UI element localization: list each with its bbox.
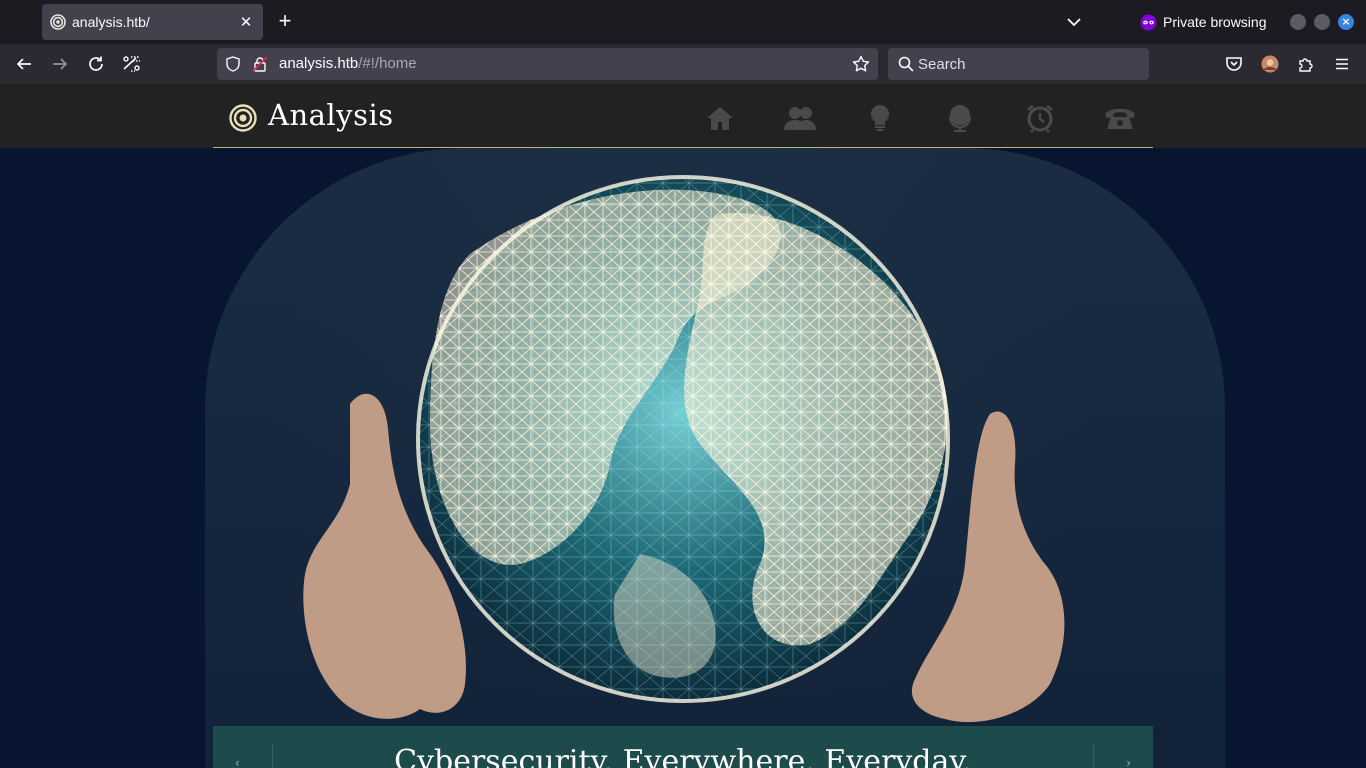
search-bar[interactable] <box>888 48 1149 80</box>
app-menu-button[interactable] <box>1330 52 1354 76</box>
hamburger-menu-icon <box>1336 58 1348 70</box>
private-browsing-indicator: Private browsing <box>1140 11 1267 33</box>
url-text[interactable]: analysis.htb/#!/home <box>279 55 417 72</box>
chevron-down-icon[interactable] <box>1062 10 1086 34</box>
nav-contact[interactable] <box>1103 102 1137 134</box>
account-button[interactable] <box>1258 52 1282 76</box>
tab-title: analysis.htb/ <box>72 14 150 30</box>
close-window-button[interactable]: × <box>1338 14 1354 30</box>
customize-toolbar-button[interactable] <box>120 52 144 76</box>
reload-icon <box>89 56 103 71</box>
alarm-clock-icon <box>1027 104 1053 133</box>
minimize-window-button[interactable] <box>1290 14 1306 30</box>
users-icon <box>784 107 816 130</box>
navigation-toolbar: analysis.htb/#!/home <box>0 44 1366 84</box>
search-icon <box>898 56 914 72</box>
extensions-dots-icon <box>123 56 140 72</box>
reload-button[interactable] <box>84 52 108 76</box>
nav-timeline[interactable] <box>1023 102 1057 134</box>
url-host: analysis.htb <box>279 55 359 72</box>
arrow-left-icon <box>16 58 31 70</box>
arrow-right-icon <box>53 58 68 70</box>
nav-about[interactable] <box>783 102 817 134</box>
hero-caption-box: ‹ › Cybersecurity. Everywhere. Everyday. <box>213 726 1153 768</box>
home-icon <box>707 107 733 130</box>
target-favicon-icon <box>50 14 66 30</box>
maximize-window-button[interactable] <box>1314 14 1330 30</box>
close-tab-icon[interactable]: ✕ <box>237 13 255 31</box>
hero-globe-image <box>303 175 1065 723</box>
back-button[interactable] <box>12 52 36 76</box>
site-nav <box>703 102 1143 134</box>
address-bar[interactable]: analysis.htb/#!/home <box>217 48 878 80</box>
new-tab-button[interactable]: + <box>273 9 297 33</box>
extensions-button[interactable] <box>1294 52 1318 76</box>
private-mask-icon <box>1140 13 1157 31</box>
puzzle-icon <box>1299 58 1313 72</box>
web-page: Analysis ‹ › Cybersecurity. Everywhere. … <box>0 84 1366 768</box>
site-header: Analysis <box>0 84 1366 148</box>
site-header-container: Analysis <box>213 84 1153 148</box>
browser-tab[interactable]: analysis.htb/ ✕ <box>42 4 263 40</box>
bookmark-star-icon[interactable] <box>852 55 870 73</box>
hero-caption-text: Cybersecurity. Everywhere. Everyday. <box>394 744 972 768</box>
insecure-lock-icon[interactable] <box>252 56 268 72</box>
private-browsing-label: Private browsing <box>1163 14 1267 30</box>
pocket-icon <box>1226 57 1242 71</box>
forward-button[interactable] <box>48 52 72 76</box>
tab-strip: analysis.htb/ ✕ + Private browsing × <box>0 0 1366 44</box>
url-path: /#!/home <box>358 55 417 72</box>
nav-services[interactable] <box>863 102 897 134</box>
tracking-shield-icon[interactable] <box>225 56 241 72</box>
avatar <box>1261 55 1279 73</box>
globe-icon <box>948 105 972 132</box>
target-logo-icon[interactable] <box>229 104 257 132</box>
site-logo-text[interactable]: Analysis <box>268 98 394 132</box>
nav-home[interactable] <box>703 102 737 134</box>
phone-icon <box>1105 108 1135 129</box>
nav-portfolio[interactable] <box>943 102 977 134</box>
lightbulb-icon <box>870 104 890 131</box>
pocket-button[interactable] <box>1222 52 1246 76</box>
search-input[interactable] <box>918 48 1138 80</box>
